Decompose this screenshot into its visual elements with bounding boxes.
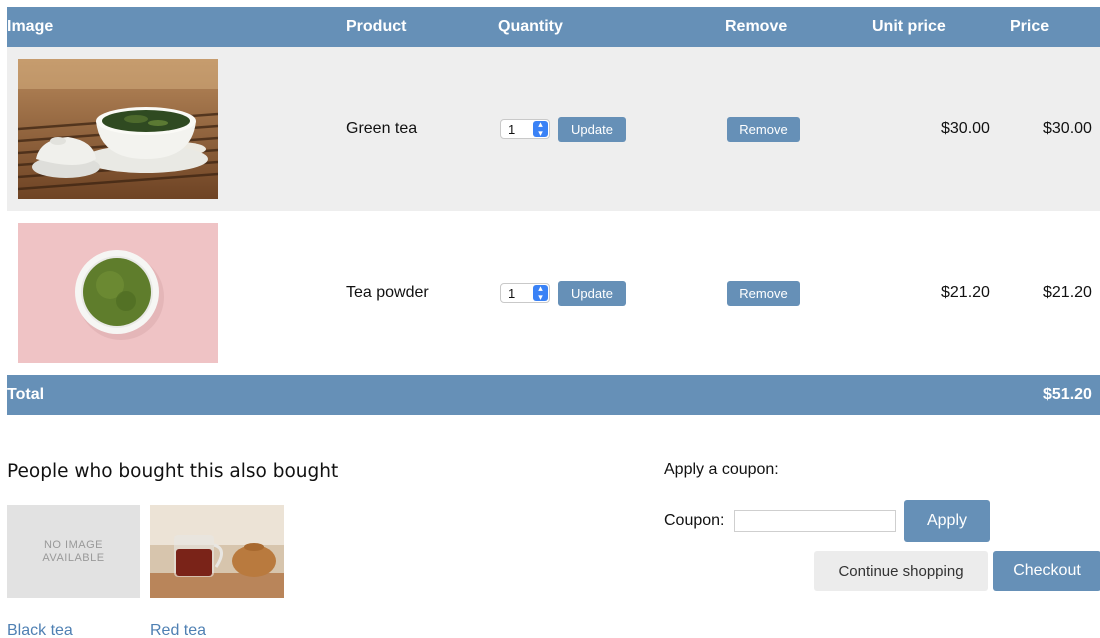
- suggestion-black-tea-link[interactable]: Black tea: [7, 622, 73, 638]
- unit-price: $21.20: [941, 284, 990, 301]
- quantity-select[interactable]: 1 ▴ ▾: [500, 283, 550, 303]
- unit-price: $30.00: [941, 120, 990, 137]
- placeholder-text-line2: AVAILABLE: [42, 551, 105, 564]
- remove-button[interactable]: Remove: [727, 116, 800, 142]
- total-label: Total: [7, 386, 45, 403]
- no-image-placeholder: NO IMAGE AVAILABLE: [7, 505, 140, 598]
- checkout-button[interactable]: Checkout: [993, 551, 1100, 591]
- coupon-heading: Apply a coupon:: [664, 461, 779, 478]
- table-row: Green tea 1 ▴ ▾ Update Remove $30.00 $30.…: [7, 47, 1100, 211]
- also-bought-title: People who bought this also bought: [7, 461, 339, 482]
- suggestion-black-tea-image[interactable]: NO IMAGE AVAILABLE: [7, 505, 140, 598]
- cart-table: Image Product Quantity Remove Unit price…: [7, 7, 1100, 415]
- remove-button[interactable]: Remove: [727, 280, 800, 306]
- coupon-field-label: Coupon:: [664, 512, 725, 529]
- up-down-chevron-icon: ▴ ▾: [533, 284, 548, 302]
- product-name[interactable]: Tea powder: [346, 211, 429, 375]
- quantity-select[interactable]: 1 ▴ ▾: [500, 119, 550, 139]
- table-row: Tea powder 1 ▴ ▾ Update Remove $21.20 $21…: [7, 211, 1100, 375]
- line-price: $30.00: [1043, 120, 1092, 137]
- table-header: Image Product Quantity Remove Unit price…: [7, 7, 1100, 47]
- header-quantity: Quantity: [498, 18, 563, 35]
- remove-cell: Remove: [727, 47, 800, 211]
- suggestion-red-tea-link[interactable]: Red tea: [150, 622, 206, 638]
- continue-shopping-button[interactable]: Continue shopping: [814, 551, 988, 591]
- quantity-value: 1: [508, 285, 516, 301]
- up-down-chevron-icon: ▴ ▾: [533, 120, 548, 138]
- update-button[interactable]: Update: [558, 116, 626, 142]
- quantity-cell: 1 ▴ ▾ Update: [500, 211, 626, 375]
- total-value: $51.20: [1043, 386, 1092, 403]
- update-button[interactable]: Update: [558, 280, 626, 306]
- header-price: Price: [1010, 18, 1050, 35]
- quantity-cell: 1 ▴ ▾ Update: [500, 47, 626, 211]
- header-image: Image: [7, 18, 54, 35]
- product-name[interactable]: Green tea: [346, 47, 417, 211]
- header-product: Product: [346, 18, 407, 35]
- header-unit-price: Unit price: [872, 18, 946, 35]
- header-remove: Remove: [725, 18, 788, 35]
- placeholder-text-line1: NO IMAGE: [43, 538, 103, 551]
- remove-cell: Remove: [727, 211, 800, 375]
- product-image-green-tea[interactable]: [18, 59, 218, 199]
- quantity-value: 1: [508, 121, 516, 137]
- coupon-input[interactable]: [734, 510, 896, 532]
- line-price: $21.20: [1043, 284, 1092, 301]
- apply-coupon-button[interactable]: Apply: [904, 500, 990, 542]
- product-image-tea-powder[interactable]: [18, 223, 218, 363]
- table-total-row: Total $51.20: [7, 375, 1100, 415]
- suggestion-red-tea-image[interactable]: [150, 505, 284, 603]
